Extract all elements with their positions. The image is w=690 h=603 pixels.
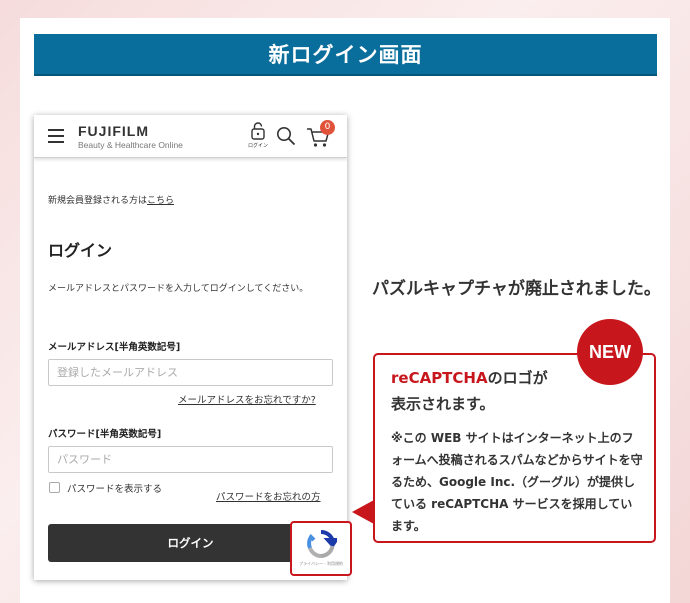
brand-subtitle: Beauty & Healthcare Online xyxy=(78,140,183,150)
brand-logo[interactable]: FUJIFILM xyxy=(78,123,149,139)
login-icon[interactable]: ログイン xyxy=(248,122,269,149)
announcement-text: パズルキャプチャが廃止されました。 xyxy=(372,279,661,299)
site-header: FUJIFILM Beauty & Healthcare Online ログイン… xyxy=(34,115,347,158)
page-title: 新ログイン画面 xyxy=(34,34,657,76)
register-prompt: 新規会員登録される方は xyxy=(48,196,148,206)
email-label: メールアドレス[半角英数記号] xyxy=(48,342,181,353)
cart-count-badge: 0 xyxy=(320,120,335,135)
login-instructions: メールアドレスとパスワードを入力してログインしてください。 xyxy=(48,284,309,294)
forgot-password-link[interactable]: パスワードをお忘れの方 xyxy=(216,489,321,503)
register-link[interactable]: こちら xyxy=(147,196,174,206)
callout-body: ※この WEB サイトはインターネット上のフォームへ投稿されるスパムなどからサイ… xyxy=(391,431,643,533)
phone-mockup: FUJIFILM Beauty & Healthcare Online ログイン… xyxy=(34,115,347,580)
password-label: パスワード[半角英数記号] xyxy=(48,429,162,440)
search-icon[interactable] xyxy=(276,126,296,150)
callout-heading-rest-2: 表示されます。 xyxy=(391,395,495,413)
forgot-email-link[interactable]: メールアドレスをお忘れですか? xyxy=(178,392,316,406)
new-badge: NEW xyxy=(577,319,643,385)
recaptcha-badge[interactable]: プライバシー - 利用規約 xyxy=(290,521,352,576)
recaptcha-privacy-text[interactable]: プライバシー - 利用規約 xyxy=(292,561,350,567)
email-field[interactable]: 登録したメールアドレス xyxy=(48,359,333,386)
recaptcha-icon xyxy=(305,529,340,563)
callout-heading-rest-1: のロゴが xyxy=(487,369,548,387)
callout-accent: reCAPTCHA xyxy=(391,369,488,387)
callout-heading: reCAPTCHAのロゴが 表示されます。 xyxy=(391,365,591,417)
show-password-checkbox[interactable] xyxy=(49,482,60,493)
login-icon-label: ログイン xyxy=(248,143,269,149)
login-heading: ログイン xyxy=(48,241,113,260)
password-field[interactable]: パスワード xyxy=(48,446,333,473)
callout-pointer xyxy=(352,500,374,524)
hamburger-menu-icon[interactable] xyxy=(48,129,64,143)
lock-icon xyxy=(251,122,265,140)
register-text: 新規会員登録される方はこちら xyxy=(48,193,174,206)
show-password-label[interactable]: パスワードを表示する xyxy=(67,481,162,495)
